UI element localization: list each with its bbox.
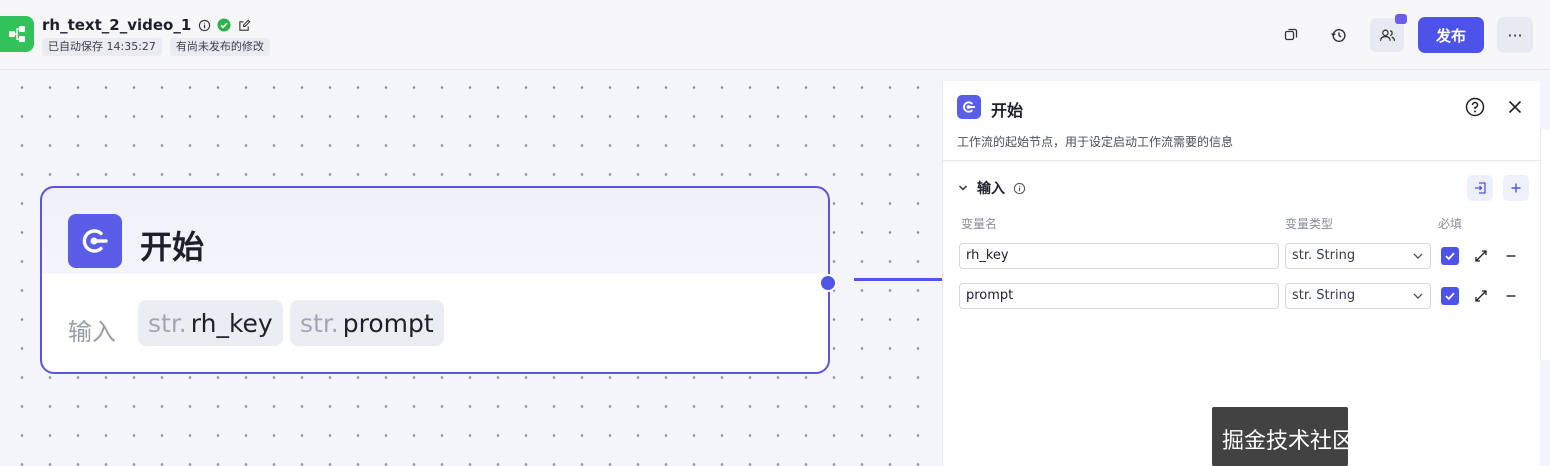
chevron-down-icon (1413, 253, 1423, 259)
info-icon[interactable] (197, 18, 211, 32)
copy-icon (1284, 28, 1298, 41)
variable-type-value: str. String (1292, 248, 1356, 263)
input-section-header[interactable]: 输入 (957, 178, 1026, 198)
start-node[interactable]: 开始 输入 str. rh_key str. prompt (40, 186, 830, 374)
panel-start-icon (957, 95, 981, 119)
history-icon (1330, 28, 1346, 42)
var-name: rh_key (190, 308, 273, 338)
info-icon[interactable] (1013, 182, 1026, 195)
check-circle-icon (217, 18, 231, 32)
help-icon[interactable] (1465, 97, 1485, 117)
unpublished-badge: 有尚未发布的修改 (169, 38, 270, 56)
add-variable-button[interactable] (1503, 175, 1529, 201)
col-header-type: 变量类型 (1285, 217, 1334, 231)
node-input-label: 输入 (68, 318, 116, 346)
col-header-name: 变量名 (961, 217, 998, 231)
copy-button[interactable] (1276, 20, 1306, 50)
variable-name-input[interactable]: prompt (959, 283, 1279, 309)
start-icon (82, 229, 108, 253)
variable-name-input[interactable]: rh_key (959, 243, 1279, 269)
hidden-node-edge (1540, 130, 1550, 360)
panel-divider (943, 160, 1541, 161)
edit-icon[interactable] (237, 18, 251, 32)
node-var-tag: str. rh_key (138, 300, 283, 346)
required-checkbox[interactable] (1441, 287, 1459, 305)
chevron-down-icon (1413, 293, 1423, 299)
workflow-icon (9, 26, 25, 42)
title-row: rh_text_2_video_1 (42, 16, 251, 34)
collaborators-button[interactable] (1370, 14, 1407, 52)
import-button[interactable] (1467, 175, 1493, 201)
remove-row-icon[interactable] (1503, 288, 1519, 304)
node-connection-edge[interactable] (854, 278, 942, 281)
more-icon: ··· (1507, 25, 1523, 45)
more-button[interactable]: ··· (1497, 17, 1533, 53)
var-type: str. (300, 308, 339, 338)
expand-icon[interactable] (1473, 248, 1489, 264)
import-icon (1475, 182, 1486, 194)
var-type: str. (148, 308, 187, 338)
users-icon (1379, 29, 1395, 41)
variable-type-select[interactable]: str. String (1285, 243, 1431, 269)
input-section-title: 输入 (977, 181, 1005, 197)
workflow-title: rh_text_2_video_1 (42, 16, 192, 34)
start-node-icon (68, 214, 122, 268)
plus-icon (1511, 183, 1521, 193)
col-header-required: 必填 (1438, 217, 1463, 231)
premium-badge-icon (1395, 14, 1407, 24)
expand-icon[interactable] (1473, 288, 1489, 304)
history-button[interactable] (1323, 20, 1353, 50)
var-name: prompt (342, 308, 434, 338)
node-output-port[interactable] (819, 274, 837, 292)
app-logo[interactable] (0, 16, 34, 52)
start-node-title: 开始 (140, 228, 205, 266)
required-checkbox[interactable] (1441, 247, 1459, 265)
autosave-badge: 已自动保存 14:35:27 (42, 38, 162, 56)
check-icon (1445, 252, 1455, 261)
chevron-down-icon (958, 185, 968, 191)
close-icon[interactable] (1505, 97, 1525, 117)
node-var-tag: str. prompt (290, 300, 444, 346)
check-icon (1445, 292, 1455, 301)
remove-row-icon[interactable] (1503, 248, 1519, 264)
panel-title: 开始 (991, 101, 1024, 120)
variable-type-select[interactable]: str. String (1285, 283, 1431, 309)
publish-button[interactable]: 发布 (1418, 17, 1484, 53)
status-badges: 已自动保存 14:35:27 有尚未发布的修改 (42, 38, 270, 56)
watermark-text: 掘金技术社区 @ 后端小肥肠 (1222, 429, 1500, 454)
top-bar: rh_text_2_video_1 已自动保存 14:35:27 有尚未发布的修… (0, 0, 1550, 70)
variable-type-value: str. String (1292, 288, 1356, 303)
panel-description: 工作流的起始节点，用于设定启动工作流需要的信息 (957, 135, 1234, 149)
